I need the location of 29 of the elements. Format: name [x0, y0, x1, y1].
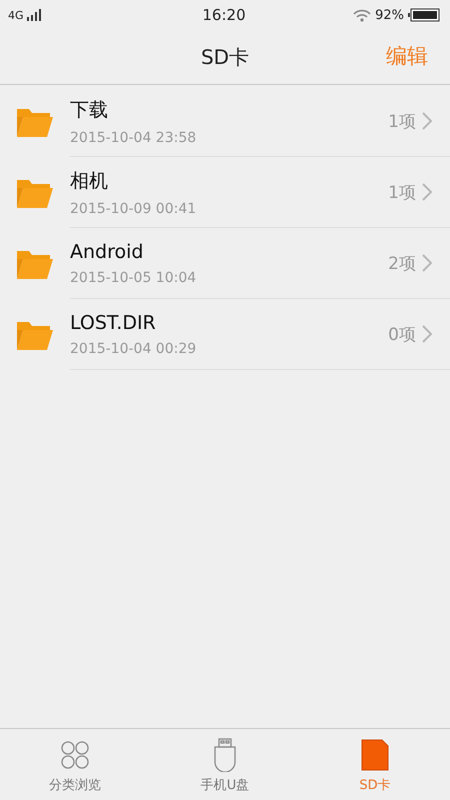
- item-count: 0项: [388, 324, 416, 346]
- chevron-icon: [422, 112, 432, 130]
- chevron-icon: [422, 254, 432, 272]
- page-title: SD卡: [200, 44, 250, 70]
- grid-circles-icon: [59, 738, 91, 770]
- item-count: 1项: [388, 182, 416, 204]
- tab[interactable]: 分类浏览: [0, 731, 150, 800]
- folder-name: 下载: [70, 98, 109, 122]
- clock: 16:20: [202, 6, 246, 24]
- item-count: 2项: [388, 252, 416, 274]
- signal-icon: [26, 9, 43, 21]
- folder-name: 相机: [70, 168, 109, 194]
- folder-name: LOST.DIR: [70, 312, 157, 334]
- wifi-icon: [353, 8, 372, 22]
- chevron-icon: [422, 325, 432, 343]
- network-label: 4G: [8, 8, 24, 22]
- folder-name: Android: [70, 240, 144, 262]
- folder-date: 2015-10-04 00:29: [70, 340, 198, 356]
- edit-button[interactable]: 编辑: [386, 42, 428, 70]
- chevron-icon: [422, 183, 432, 201]
- item-count: 1项: [388, 110, 416, 132]
- sd-card-icon: [361, 738, 389, 770]
- tab[interactable]: 手机U盘: [150, 731, 300, 800]
- folder-date: 2015-10-09 00:41: [70, 200, 198, 216]
- tab[interactable]: SD卡: [300, 731, 450, 800]
- battery-percent: 92%: [375, 8, 404, 22]
- folder-date: 2015-10-04 23:58: [70, 130, 198, 146]
- folder-date: 2015-10-05 10:04: [70, 270, 198, 286]
- battery-icon: [408, 8, 440, 22]
